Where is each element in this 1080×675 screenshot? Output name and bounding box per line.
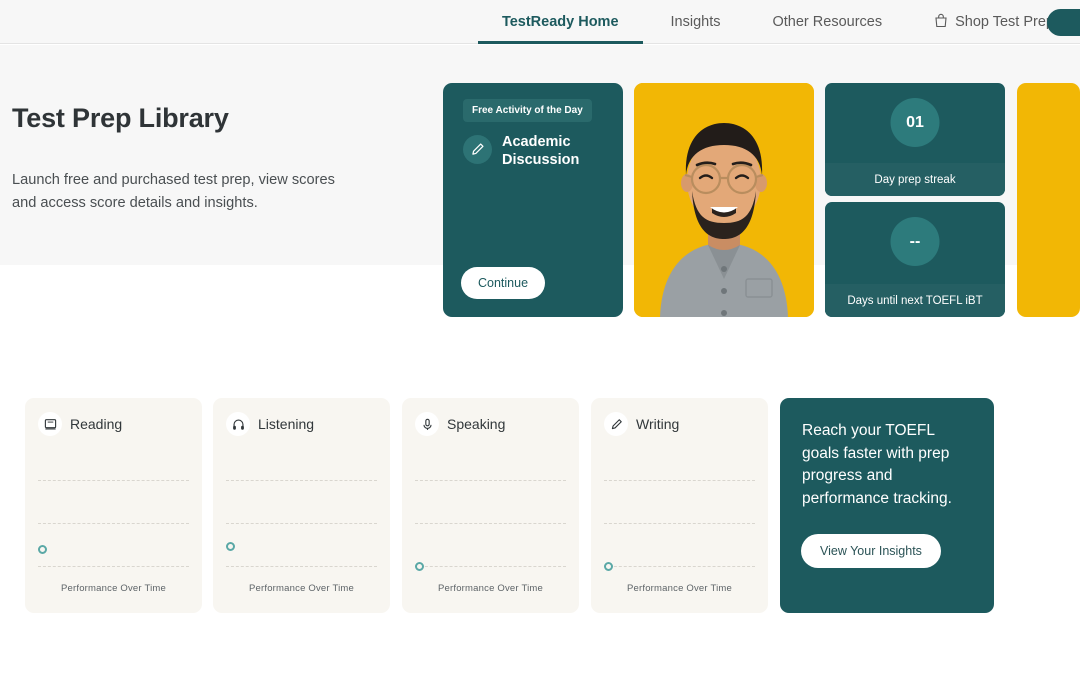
stat-label: Day prep streak: [825, 163, 1005, 196]
stat-card-day-prep-streak[interactable]: 01 Day prep streak: [825, 83, 1005, 196]
activity-title: Academic Discussion: [502, 134, 580, 168]
nav-item-label: Insights: [670, 14, 721, 30]
gridline: [226, 480, 377, 481]
shopping-bag-icon: [934, 13, 948, 32]
data-point-marker[interactable]: [415, 562, 424, 571]
book-icon: [38, 412, 62, 436]
gridline: [415, 523, 566, 524]
skill-label: Speaking: [447, 416, 506, 432]
free-activity-badge: Free Activity of the Day: [463, 99, 592, 122]
skill-card-writing[interactable]: Writing Performance Over Time: [591, 398, 768, 613]
stat-card-days-until-test[interactable]: -- Days until next TOEFL iBT: [825, 202, 1005, 317]
nav-item-insights[interactable]: Insights: [645, 0, 747, 44]
skill-header: Listening: [226, 412, 314, 436]
gridline: [38, 523, 189, 524]
promo-text: Reach your TOEFL goals faster with prep …: [802, 422, 952, 507]
skill-cards-row: Reading Performance Over Time Listening: [25, 398, 1055, 618]
chart-caption: Performance Over Time: [248, 583, 355, 594]
pencil-icon: [604, 412, 628, 436]
performance-chart: [415, 460, 566, 578]
gridline: [38, 480, 189, 481]
gridline: [415, 480, 566, 481]
account-pill-button[interactable]: [1047, 9, 1080, 36]
skill-header: Writing: [604, 412, 679, 436]
nav-item-label: Other Resources: [772, 14, 883, 30]
chart-caption: Performance Over Time: [60, 583, 167, 594]
nav-item-testready-home[interactable]: TestReady Home: [476, 0, 645, 44]
stat-value: --: [890, 217, 940, 266]
nav-item-other-resources[interactable]: Other Resources: [747, 0, 909, 44]
insights-promo-card: Reach your TOEFL goals faster with prep …: [780, 398, 994, 613]
stat-label: Days until next TOEFL iBT: [825, 284, 1005, 317]
nav-items: TestReady Home Insights Other Resources …: [476, 0, 1080, 44]
pencil-icon: [463, 135, 492, 164]
activity-header: Academic Discussion: [463, 133, 614, 169]
nav-item-label: TestReady Home: [501, 14, 619, 30]
portrait-illustration: [634, 83, 814, 317]
page-title: Test Prep Library: [12, 103, 229, 133]
skill-label: Writing: [636, 416, 680, 432]
accent-bar: [1017, 83, 1080, 317]
data-point-marker[interactable]: [38, 545, 47, 554]
gridline: [604, 523, 755, 524]
skill-header: Reading: [38, 412, 122, 436]
chart-caption: Performance Over Time: [437, 583, 544, 594]
skill-header: Speaking: [415, 412, 505, 436]
performance-chart: [226, 460, 377, 578]
gridline: [415, 566, 566, 567]
skill-label: Reading: [70, 416, 123, 432]
data-point-marker[interactable]: [604, 562, 613, 571]
microphone-icon: [415, 412, 439, 436]
gridline: [604, 566, 755, 567]
skill-card-speaking[interactable]: Speaking Performance Over Time: [402, 398, 579, 613]
gridline: [604, 480, 755, 481]
gridline: [226, 523, 377, 524]
nav-item-label: Shop Test Prep: [955, 14, 1054, 30]
data-point-marker[interactable]: [226, 542, 235, 551]
headphones-icon: [226, 412, 250, 436]
skill-card-listening[interactable]: Listening Performance Over Time: [213, 398, 390, 613]
free-activity-card[interactable]: Free Activity of the Day Academic Discus…: [443, 83, 623, 317]
gridline: [38, 566, 189, 567]
active-tab-underline: [477, 41, 643, 44]
page-subtitle: Launch free and purchased test prep, vie…: [12, 172, 335, 211]
continue-button[interactable]: Continue: [461, 267, 546, 299]
performance-chart: [38, 460, 189, 578]
performance-chart: [604, 460, 755, 578]
skill-card-reading[interactable]: Reading Performance Over Time: [25, 398, 202, 613]
skill-label: Listening: [258, 416, 315, 432]
chart-caption: Performance Over Time: [626, 583, 733, 594]
stat-value: 01: [890, 98, 940, 147]
top-navigation-bar: TestReady Home Insights Other Resources …: [0, 0, 1080, 44]
portrait-image-card: [634, 83, 814, 317]
gridline: [226, 566, 377, 567]
view-your-insights-button[interactable]: View Your Insights: [801, 534, 941, 568]
